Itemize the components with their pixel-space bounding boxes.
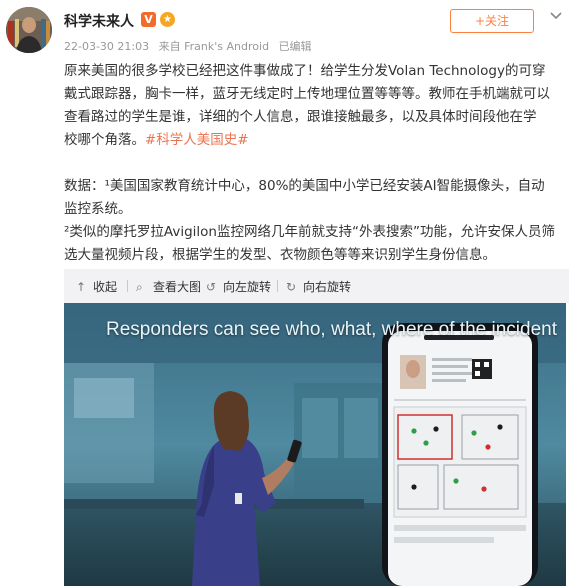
post-text-line-end: 校哪个角落。 [64, 132, 145, 148]
post-text-line: 原来美国的很多学校已经把这件事做成了！给学生分发Volan Technology… [64, 63, 546, 79]
view-large-button[interactable]: ⌕ 查看大图 [136, 278, 201, 295]
hashtag-link[interactable]: #科学人美国史# [145, 132, 249, 148]
vip-badge-icon: ★ [160, 12, 175, 27]
follow-button[interactable]: +关注 [450, 9, 534, 33]
toolbar-divider [127, 280, 128, 292]
toolbar-divider [277, 280, 278, 292]
post-data-line: 监控系统。 [64, 201, 132, 217]
collapse-icon: ↑ [76, 280, 87, 294]
post-body: 原来美国的很多学校已经把这件事做成了！给学生分发Volan Technology… [64, 60, 560, 267]
post-data-line: 数据：¹美国国家教育统计中心，80%的美国中小学已经安装AI智能摄像头，自动 [64, 178, 545, 194]
search-icon: ⌕ [136, 280, 143, 294]
post-timestamp[interactable]: 22-03-30 21:03 [64, 40, 149, 53]
post-text-line: 校哪个角落。#科学人美国史# [64, 129, 560, 152]
post-source: 来自 Frank's Android [158, 40, 270, 53]
post-data-line: 选大量视频片段，根据学生的发型、衣物颜色等等来识别学生身份信息。 [64, 247, 496, 263]
post-text-line: 戴式跟踪器，胸卡一样，蓝牙无线定时上传地理位置等等等。教师在手机端就可以 [64, 86, 550, 102]
chevron-down-icon[interactable] [549, 11, 563, 21]
post-image[interactable]: Responders can see who, what, where of t… [64, 303, 566, 586]
collapse-button[interactable]: ↑ 收起 [76, 278, 117, 295]
post-meta: 22-03-30 21:03 来自 Frank's Android 已编辑 [64, 38, 312, 54]
username[interactable]: 科学未来人 [64, 11, 134, 31]
verified-badge-icon: V [141, 12, 156, 27]
toolbar-divider [197, 280, 198, 292]
media-toolbar: ↑ 收起 ⌕ 查看大图 ↺ 向左旋转 ↻ 向右旋转 [64, 269, 569, 303]
avatar[interactable] [6, 7, 52, 53]
post-header: 科学未来人 V ★ 22-03-30 21:03 来自 Frank's Andr… [0, 0, 569, 58]
post-text-line: 查看路过的学生是谁，详细的个人信息，跟谁接触最多，以及具体时间段他在学 [64, 109, 537, 125]
rotate-right-icon: ↻ [286, 280, 297, 294]
rotate-left-button[interactable]: ↺ 向左旋转 [206, 278, 271, 295]
edited-label[interactable]: 已编辑 [279, 40, 312, 53]
rotate-right-button[interactable]: ↻ 向右旋转 [286, 278, 351, 295]
media-caption: Responders can see who, what, where of t… [106, 319, 557, 340]
post-data-line: ²类似的摩托罗拉Avigilon监控网络几年前就支持“外表搜索”功能，允许安保人… [64, 224, 555, 240]
rotate-left-icon: ↺ [206, 280, 217, 294]
scene-illustration [64, 303, 566, 586]
